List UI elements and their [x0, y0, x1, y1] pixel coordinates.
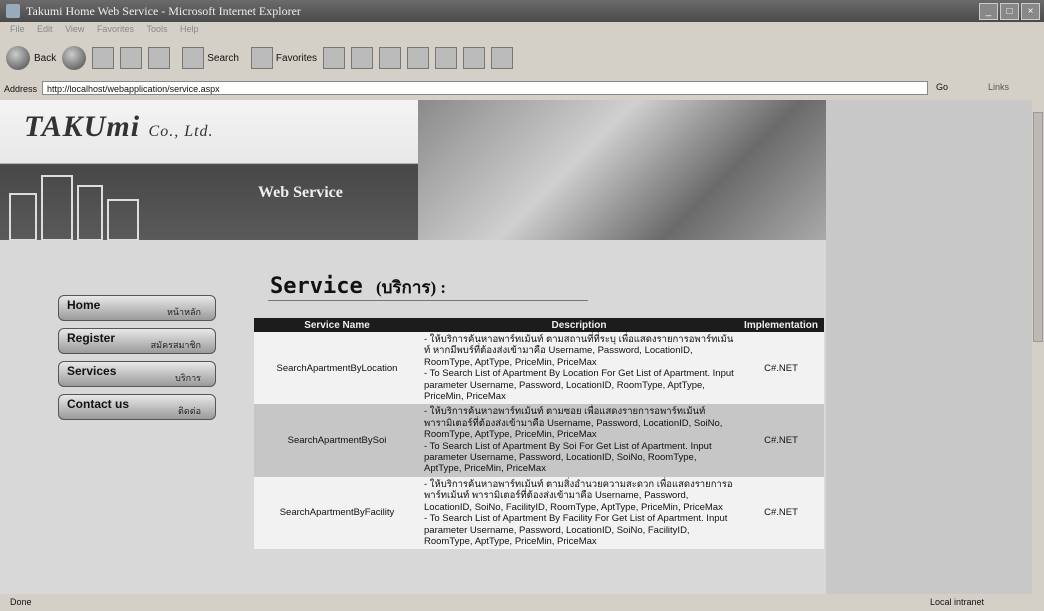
- menu-view[interactable]: View: [65, 24, 84, 34]
- search-label: Search: [207, 52, 239, 64]
- print-icon[interactable]: [379, 47, 402, 69]
- description-english: - To Search List of Apartment By Locatio…: [424, 368, 734, 403]
- title-bar: Takumi Home Web Service - Microsoft Inte…: [0, 0, 1044, 22]
- menu-bar: File Edit View Favorites Tools Help: [0, 22, 1044, 38]
- address-input[interactable]: http://localhost/webapplication/service.…: [42, 81, 928, 95]
- company-logo: TAKUmi Co., Ltd.: [24, 110, 214, 144]
- menu-favorites[interactable]: Favorites: [97, 24, 134, 34]
- address-label: Address: [4, 84, 38, 94]
- search-icon: [182, 47, 205, 69]
- nav-home-thai-label: หน้าหลัก: [166, 307, 201, 317]
- description-thai: - ให้บริการค้นหาอพาร์ทเม้นท์ ตามซอย เพื่…: [424, 406, 723, 441]
- description-thai: - ให้บริการค้นหาอพาร์ทเม้นท์ ตามสิ่งอำนว…: [424, 478, 733, 513]
- nav-contact-thai-label: ติดต่อ: [178, 406, 201, 416]
- refresh-icon[interactable]: [120, 47, 143, 69]
- page-title-en: Service: [270, 274, 363, 299]
- home-icon[interactable]: [148, 47, 171, 69]
- maximize-button[interactable]: □: [1000, 3, 1019, 20]
- nav-contact-button[interactable]: Contact us ติดต่อ: [58, 394, 216, 420]
- description-thai: - ให้บริการค้นหาอพาร์ทเม้นท์ ตามสถานที่ท…: [424, 334, 734, 368]
- stop-icon[interactable]: [92, 47, 115, 69]
- service-name-cell[interactable]: SearchApartmentByFacility: [254, 476, 420, 550]
- back-button[interactable]: Back: [6, 46, 56, 70]
- table-row: SearchApartmentByFacility - ให้บริการค้น…: [254, 476, 824, 550]
- heading-divider: [268, 300, 588, 301]
- close-button[interactable]: ×: [1021, 3, 1040, 20]
- page-title-th: (บริการ) :: [375, 278, 447, 297]
- links-button[interactable]: Links: [988, 82, 1009, 92]
- edit-icon[interactable]: [407, 47, 430, 69]
- table-row: SearchApartmentByLocation - ให้บริการค้น…: [254, 332, 824, 405]
- nav-register-label: Register: [67, 331, 116, 345]
- minimize-button[interactable]: _: [979, 3, 998, 20]
- messenger-icon[interactable]: [491, 47, 514, 69]
- nav-home-button[interactable]: Home หน้าหลัก: [58, 295, 216, 321]
- nav-register-thai-label: สมัครสมาชิก: [150, 340, 201, 350]
- nav-contact-label: Contact us: [67, 397, 130, 411]
- buildings-icon: [9, 175, 139, 240]
- service-table: Service Name Description Implementation …: [254, 318, 824, 550]
- favorites-label: Favorites: [275, 52, 318, 64]
- nav-home-label: Home: [67, 298, 101, 312]
- status-text: Done: [10, 597, 32, 607]
- address-bar: Address http://localhost/webapplication/…: [0, 78, 1044, 100]
- description-cell: - ให้บริการค้นหาอพาร์ทเม้นท์ ตามซอย เพื่…: [420, 404, 738, 477]
- toolbar: Back Search Favorites: [0, 38, 1044, 78]
- logo-suffix: Co., Ltd.: [148, 123, 214, 140]
- description-english: - To Search List of Apartment By Soi For…: [424, 440, 712, 475]
- page-title: Service (บริการ) :: [270, 274, 446, 301]
- implementation-cell: C#.NET: [738, 332, 824, 405]
- go-button[interactable]: Go: [936, 82, 948, 92]
- nav-services-button[interactable]: Services บริการ: [58, 361, 216, 387]
- discuss-icon[interactable]: [435, 47, 458, 69]
- menu-edit[interactable]: Edit: [37, 24, 53, 34]
- security-zone: Local intranet: [930, 597, 985, 607]
- favorites-star-icon: [250, 47, 273, 69]
- description-english: - To Search List of Apartment By Facilit…: [424, 513, 728, 547]
- table-header-row: Service Name Description Implementation: [254, 318, 824, 332]
- implementation-cell: C#.NET: [738, 476, 824, 550]
- vertical-scrollbar[interactable]: [1032, 100, 1044, 594]
- search-button[interactable]: Search: [176, 47, 239, 69]
- back-arrow-icon: [6, 46, 30, 70]
- ie-icon: [6, 4, 20, 18]
- research-icon[interactable]: [463, 47, 486, 69]
- column-header-description: Description: [420, 318, 738, 332]
- mail-icon[interactable]: [351, 47, 374, 69]
- favorites-button[interactable]: Favorites: [245, 47, 317, 69]
- nav-services-thai-label: บริการ: [175, 373, 201, 383]
- table-row: SearchApartmentBySoi - ให้บริการค้นหาอพา…: [254, 404, 824, 477]
- menu-file[interactable]: File: [10, 24, 25, 34]
- implementation-cell: C#.NET: [738, 404, 824, 477]
- forward-button[interactable]: [62, 46, 87, 70]
- history-icon[interactable]: [323, 47, 346, 69]
- web-page: TAKUmi Co., Ltd. Web Service Home หน้าหล…: [0, 100, 826, 594]
- status-bar: Done Local intranet: [0, 594, 1044, 611]
- back-label: Back: [34, 52, 57, 64]
- column-header-service-name: Service Name: [254, 318, 420, 332]
- menu-tools[interactable]: Tools: [146, 24, 167, 34]
- browser-viewport: TAKUmi Co., Ltd. Web Service Home หน้าหล…: [0, 100, 1032, 594]
- logo-text: TAKUmi: [24, 110, 141, 143]
- service-name-cell[interactable]: SearchApartmentBySoi: [254, 404, 420, 477]
- site-header: TAKUmi Co., Ltd. Web Service: [0, 100, 418, 240]
- description-cell: - ให้บริการค้นหาอพาร์ทเม้นท์ ตามสถานที่ท…: [420, 332, 738, 405]
- window-title: Takumi Home Web Service - Microsoft Inte…: [26, 4, 301, 18]
- scrollbar-thumb[interactable]: [1033, 112, 1043, 342]
- menu-help[interactable]: Help: [180, 24, 199, 34]
- service-name-cell[interactable]: SearchApartmentByLocation: [254, 332, 420, 405]
- header-photo: [418, 100, 826, 240]
- side-navigation: Home หน้าหลัก Register สมัครสมาชิก Servi…: [58, 295, 218, 427]
- window-controls: _ □ ×: [979, 3, 1040, 20]
- description-cell: - ให้บริการค้นหาอพาร์ทเม้นท์ ตามสิ่งอำนว…: [420, 476, 738, 550]
- nav-register-button[interactable]: Register สมัครสมาชิก: [58, 328, 216, 354]
- forward-arrow-icon: [62, 46, 87, 70]
- nav-services-label: Services: [67, 364, 117, 378]
- column-header-implementation: Implementation: [738, 318, 824, 332]
- banner-title: Web Service: [258, 184, 343, 201]
